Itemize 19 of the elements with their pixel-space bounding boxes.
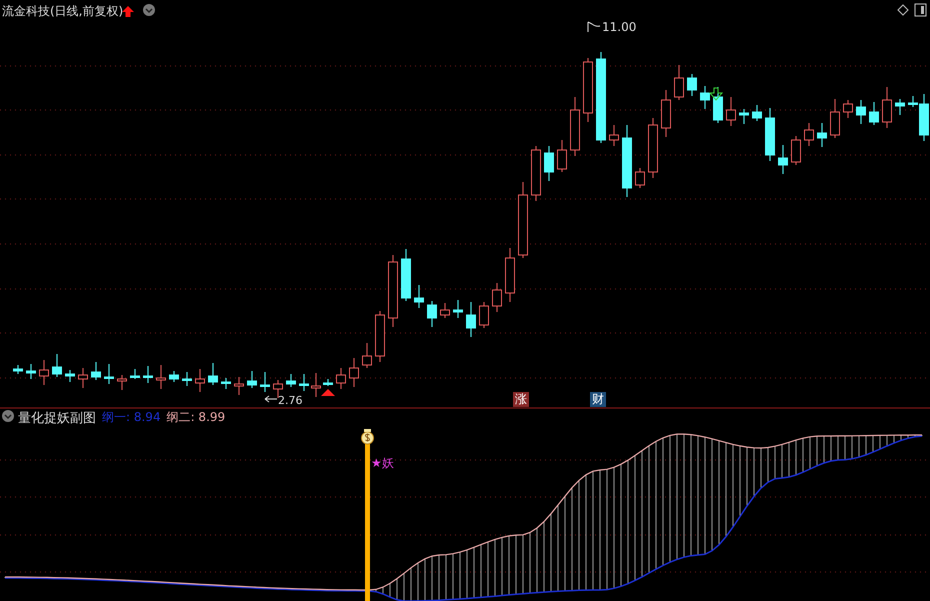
down-arrow-icon (708, 88, 724, 101)
stock-title: 流金科技(日线,前复权) (2, 3, 124, 20)
low-pointer-icon (264, 396, 278, 402)
up-arrow-icon (122, 6, 134, 17)
indicator-title: 量化捉妖副图 (18, 410, 96, 427)
indicator-value: 纲一: 8.94 (102, 409, 161, 426)
event-tag: 财 (590, 392, 606, 407)
up-triangle-icon (321, 389, 335, 396)
low-price-label: 2.76 (278, 394, 302, 407)
high-price-label: 11.00 (602, 20, 636, 34)
money-bag-icon (361, 429, 374, 444)
high-pointer-icon (588, 22, 600, 32)
collapse-icon[interactable] (2, 410, 14, 422)
indicator-value: 纲二: 8.99 (166, 409, 226, 426)
diamond-icon[interactable] (897, 4, 909, 16)
event-tag: 涨 (513, 392, 529, 407)
panel-toggle-icon[interactable] (914, 4, 926, 16)
dropdown-icon[interactable] (143, 4, 155, 16)
signal-label: ★妖 (371, 456, 394, 470)
